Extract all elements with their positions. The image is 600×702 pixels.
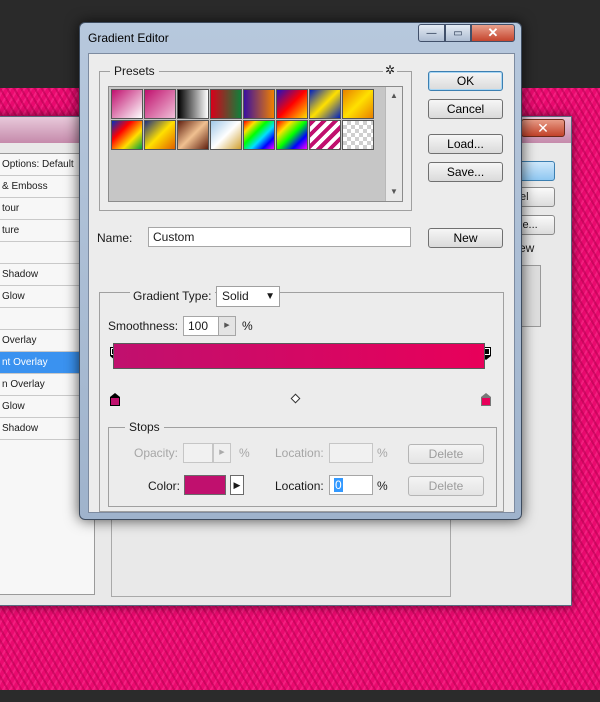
dialog-title: Gradient Editor [88,31,169,45]
presets-area: ▲ ▼ [108,86,403,202]
close-icon: ✕ [537,120,549,136]
gradient-editor-dialog: Gradient Editor — ▭ ✕ Presets ✲ ▲ ▼ OK C [79,22,522,520]
opacity-input[interactable] [183,443,213,463]
close-button[interactable]: ✕ [471,24,515,42]
preset-swatch[interactable] [342,89,374,119]
presets-group: Presets ✲ ▲ ▼ [99,63,412,211]
opacity-location-input[interactable] [329,443,373,463]
opacity-stepper[interactable]: ▶ [213,443,231,463]
load-button[interactable]: Load... [428,134,503,154]
preset-swatch[interactable] [342,120,374,150]
gear-icon[interactable]: ✲ [382,63,397,77]
gradient-type-label: Gradient Type: [130,289,215,303]
preset-swatch[interactable] [144,120,176,150]
gradient-group: Gradient Type: Solid ▼ Smoothness: 100 ▶… [99,286,504,512]
preset-swatch-grid [111,89,374,150]
preset-swatch[interactable] [243,89,275,119]
cancel-button[interactable]: Cancel [428,99,503,119]
color-stop-right[interactable] [481,393,491,406]
opacity-delete-button[interactable]: Delete [408,444,484,464]
color-location-label: Location: [275,479,324,493]
color-label: Color: [148,479,181,493]
preset-swatch[interactable] [243,120,275,150]
opacity-location-label: Location: [275,446,324,460]
preset-swatch[interactable] [144,89,176,119]
chevron-down-icon: ▼ [265,291,275,302]
scroll-up-icon[interactable]: ▲ [386,89,402,103]
minimize-icon: — [426,27,437,39]
minimize-button[interactable]: — [418,24,445,42]
smoothness-stepper[interactable]: ▶ [218,316,236,336]
stop-color-swatch[interactable] [184,475,226,495]
name-label: Name: [97,231,133,245]
color-menu-arrow-icon[interactable]: ▶ [230,475,244,495]
maximize-button[interactable]: ▭ [445,24,471,42]
close-icon: ✕ [487,25,499,40]
opacity-unit: % [239,446,250,460]
gradient-preview-bar[interactable] [113,343,485,369]
maximize-icon: ▭ [453,27,463,39]
preset-swatch[interactable] [177,89,209,119]
opacity-location-unit: % [377,446,388,460]
color-location-input[interactable]: 0 [329,475,373,495]
preset-swatch[interactable] [111,120,143,150]
smoothness-label: Smoothness: [108,319,179,333]
opacity-label: Opacity: [134,446,179,460]
preset-swatch[interactable] [210,89,242,119]
smoothness-input[interactable]: 100 [183,316,219,336]
stops-label: Stops [125,420,164,434]
preset-swatch[interactable] [276,89,308,119]
preset-swatch[interactable] [111,89,143,119]
gradient-type-value: Solid [222,289,249,303]
presets-scrollbar[interactable]: ▲ ▼ [385,87,402,201]
preset-swatch[interactable] [309,89,341,119]
presets-label: Presets [110,64,159,78]
name-input[interactable]: Custom [148,227,411,247]
color-location-unit: % [377,479,388,493]
gradient-type-select[interactable]: Solid ▼ [216,286,280,307]
gradient-midpoint[interactable] [290,393,301,404]
bottom-bar [0,690,600,702]
color-delete-button[interactable]: Delete [408,476,484,496]
ok-button[interactable]: OK [428,71,503,91]
stops-group: Stops Opacity: ▶ % Location: % Delete Co… [108,420,497,507]
new-button[interactable]: New [428,228,503,248]
save-button[interactable]: Save... [428,162,503,182]
color-stop-left[interactable] [110,393,120,406]
smoothness-unit: % [242,319,253,333]
color-location-value: 0 [334,478,343,492]
window-controls: — ▭ ✕ [418,24,515,42]
preset-swatch[interactable] [177,120,209,150]
preset-swatch[interactable] [210,120,242,150]
dialog-body: Presets ✲ ▲ ▼ OK Cancel Load... Save... … [88,53,515,513]
preset-swatch[interactable] [276,120,308,150]
layer-style-close-button[interactable]: ✕ [521,119,565,137]
preset-swatch[interactable] [309,120,341,150]
scroll-down-icon[interactable]: ▼ [386,185,402,199]
